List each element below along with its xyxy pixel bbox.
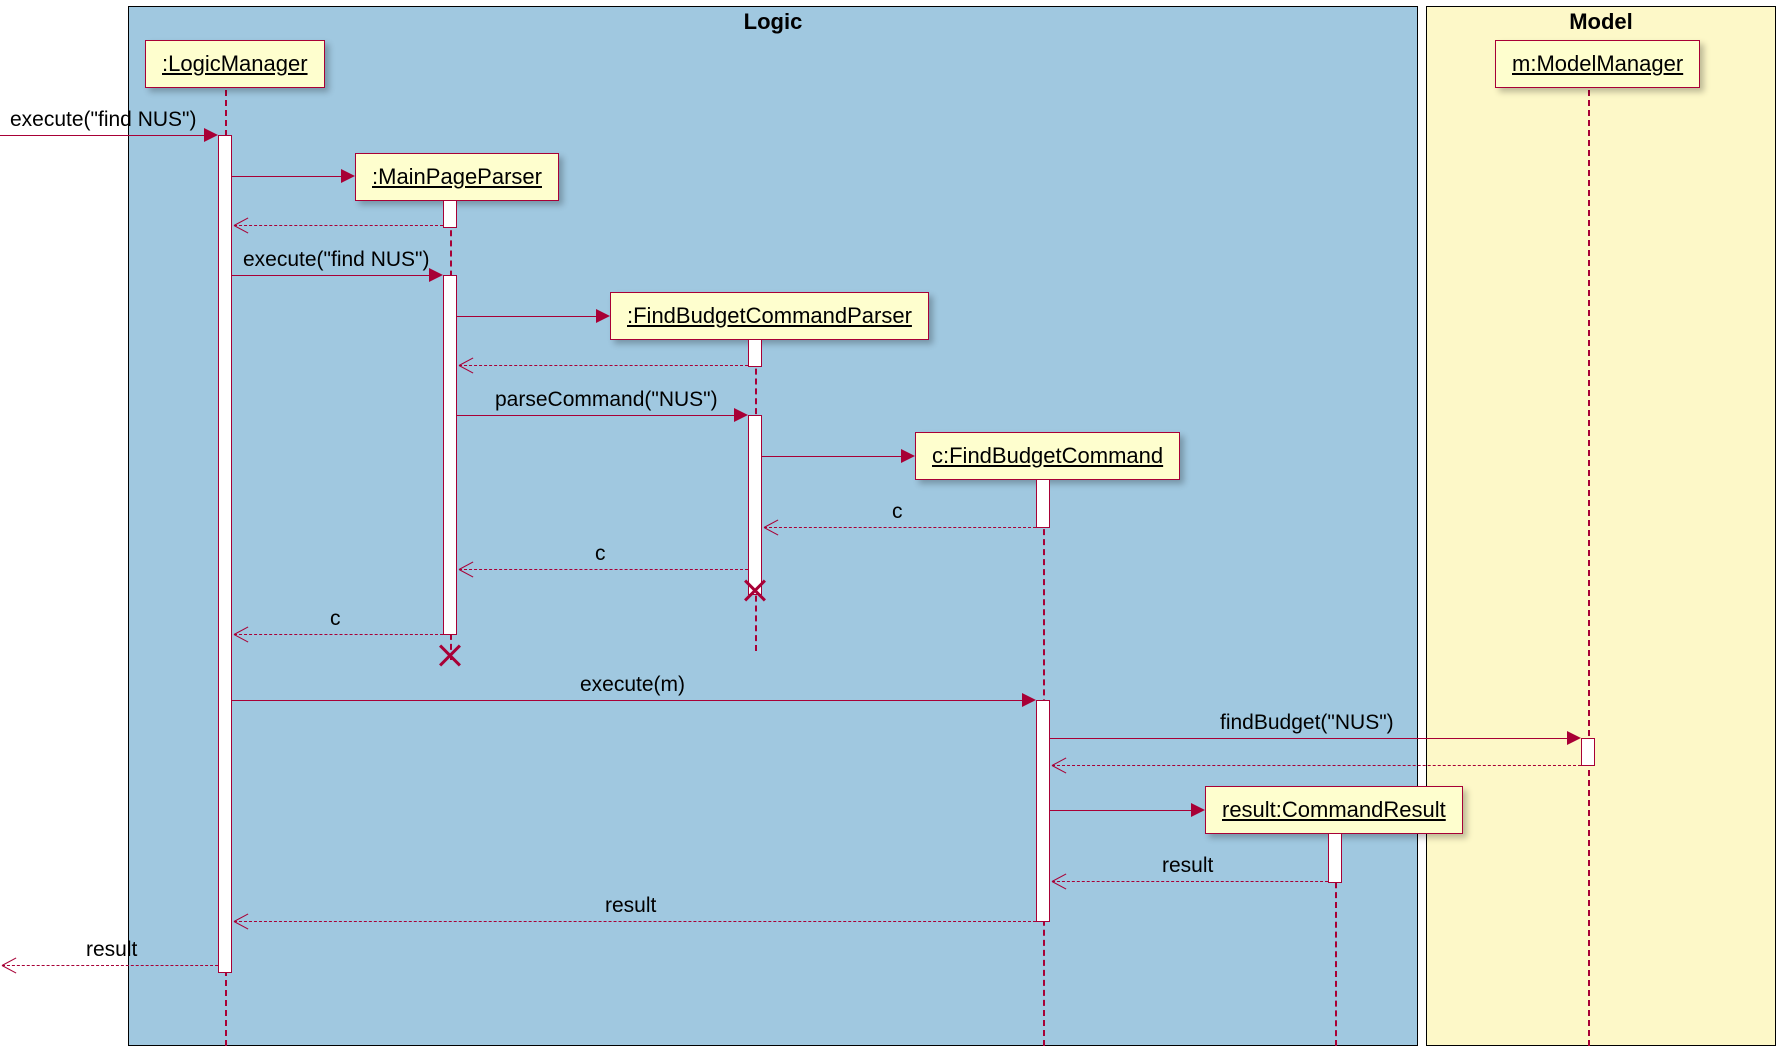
msg-return-c-1: c	[892, 500, 903, 524]
participant-command-result: result:CommandResult	[1205, 786, 1463, 834]
msg-return-result-2: result	[605, 894, 656, 918]
arrow-return-mm	[1052, 765, 1581, 766]
frame-logic-title: Logic	[744, 9, 803, 35]
arrow-head-create-fbc	[901, 449, 915, 463]
arrow-head-m1	[204, 128, 218, 142]
msg-find-budget: findBudget("NUS")	[1220, 711, 1394, 735]
participant-main-page-parser: :MainPageParser	[355, 153, 559, 201]
msg-parse-command: parseCommand("NUS")	[495, 388, 718, 412]
frame-model-title: Model	[1569, 9, 1633, 35]
participant-logic-manager: :LogicManager	[145, 40, 325, 88]
msg-return-result-3: result	[86, 938, 137, 962]
sequence-diagram: Logic Model :LogicManager :MainPageParse…	[0, 0, 1783, 1057]
destroy-find-budget-command-parser	[741, 576, 769, 604]
msg-execute-2: execute("find NUS")	[243, 248, 429, 272]
activation-find-budget-command-parser-2	[748, 415, 762, 595]
participant-model-manager: m:ModelManager	[1495, 40, 1700, 88]
arrow-head-m4	[1022, 693, 1036, 707]
arrow-return-mpp-init	[234, 225, 443, 226]
arrow-m4	[232, 700, 1022, 701]
arrow-head-create-fbcp	[596, 309, 610, 323]
arrow-create-fbcp	[457, 316, 596, 317]
msg-return-c-3: c	[330, 607, 341, 631]
participant-find-budget-command-parser: :FindBudgetCommandParser	[610, 292, 929, 340]
arrow-rc1	[764, 527, 1036, 528]
arrow-rc3	[234, 634, 443, 635]
arrow-head-create-mpp	[341, 169, 355, 183]
arrow-return-fbcp-init	[459, 365, 748, 366]
arrow-rr1	[1052, 881, 1328, 882]
arrow-m3	[457, 415, 734, 416]
participant-find-budget-command: c:FindBudgetCommand	[915, 432, 1180, 480]
msg-return-c-2: c	[595, 542, 606, 566]
arrow-rr3	[2, 965, 218, 966]
activation-main-page-parser-2	[443, 275, 457, 635]
arrow-m2	[232, 275, 429, 276]
arrow-create-fbc	[762, 456, 901, 457]
arrow-create-mpp	[232, 176, 341, 177]
activation-command-result	[1328, 833, 1342, 883]
activation-find-budget-command-1	[1036, 479, 1050, 528]
activation-logic-manager	[218, 135, 232, 973]
msg-execute-1: execute("find NUS")	[10, 108, 196, 132]
arrow-rc2	[459, 569, 748, 570]
msg-execute-m: execute(m)	[580, 673, 685, 697]
arrow-m1	[0, 135, 204, 136]
arrow-m5	[1050, 738, 1567, 739]
activation-find-budget-command-2	[1036, 700, 1050, 922]
frame-logic: Logic	[128, 6, 1418, 1046]
arrow-create-cr	[1050, 810, 1191, 811]
arrow-head-m3	[734, 408, 748, 422]
msg-return-result-1: result	[1162, 854, 1213, 878]
lifeline-model-manager	[1588, 90, 1590, 1046]
frame-model: Model	[1426, 6, 1776, 1046]
arrow-head-create-cr	[1191, 803, 1205, 817]
arrow-rr2	[234, 921, 1036, 922]
arrow-head-m2	[429, 268, 443, 282]
activation-find-budget-command-parser-1	[748, 339, 762, 367]
arrow-head-m5	[1567, 731, 1581, 745]
activation-model-manager	[1581, 738, 1595, 766]
activation-main-page-parser-1	[443, 200, 457, 228]
destroy-main-page-parser	[436, 641, 464, 669]
